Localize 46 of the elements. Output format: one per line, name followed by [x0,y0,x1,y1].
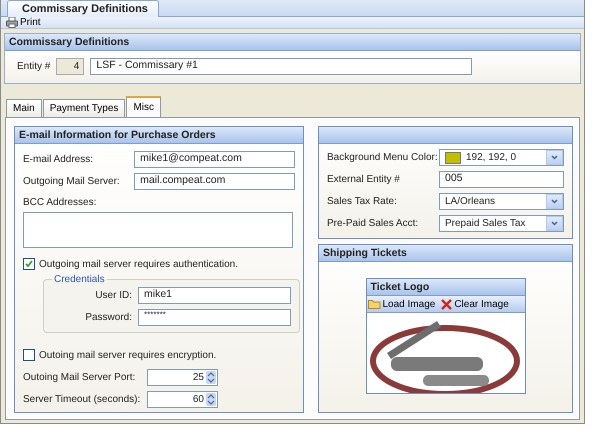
tab[interactable]: Payment Types [42,99,126,117]
logo-header: Ticket Logo [366,279,524,296]
field-label: External Entity # [327,174,401,185]
checkbox[interactable] [23,349,35,361]
text-field[interactable]: mail.compeat.com [134,173,295,190]
field-label: BCC Addresses: [23,197,96,208]
field-label: Entity # [17,61,50,72]
section-header: Commissary Definitions [5,34,580,51]
folder-icon [368,299,380,309]
group-header: Shipping Tickets [319,245,572,262]
print-button[interactable]: Print [4,17,43,28]
dropdown[interactable]: LA/Orleans [439,193,564,210]
checkbox[interactable] [23,258,35,270]
close-icon [441,298,452,310]
field-label: E-mail Address: [23,154,94,165]
entity-number-field: 4 [56,58,84,75]
field-label: User ID: [94,290,133,301]
number-spinner[interactable]: 25 [147,369,218,386]
clear-image-button[interactable]: Clear Image [440,298,510,310]
entity-name-field[interactable]: LSF - Commissary #1 [90,58,472,75]
spinner-arrows-icon[interactable] [206,371,216,384]
group-title: Credentials [53,274,106,285]
field-label: Background Menu Color: [327,152,439,163]
field-label: Outgoing Mail Server: [23,176,121,187]
field-label: Server Timeout (seconds): [23,394,142,405]
spinner-arrows-icon[interactable] [206,393,216,406]
tab[interactable]: Main [6,99,42,117]
load-image-button[interactable]: Load Image [366,298,436,310]
field-label: Pre-Paid Sales Acct: [327,218,420,229]
text-field[interactable]: 005 [439,171,564,188]
checkbox-label: Outgoing mail server requires authentication. [39,258,238,270]
color-dropdown[interactable]: 192, 192, 0 [439,149,564,166]
number-spinner[interactable]: 60 [147,391,218,408]
field-label: Sales Tax Rate: [327,196,398,207]
tab[interactable]: Misc [126,96,161,117]
checkbox-label: Outoing mail server requires encryption. [39,350,216,360]
dropdown[interactable]: Prepaid Sales Tax [439,215,564,232]
document-tab[interactable]: Commissary Definitions [7,0,159,17]
field-label: Outoing Mail Server Port: [23,372,136,383]
password-field[interactable]: ******* [138,309,291,326]
text-field[interactable]: mike1@compeat.com [134,151,295,168]
field-label: Password: [84,312,133,323]
text-field[interactable]: mike1 [138,287,291,304]
printer-icon [6,17,18,28]
group-header: E-mail Information for Purchase Orders [15,127,303,144]
text-area[interactable] [23,212,293,248]
